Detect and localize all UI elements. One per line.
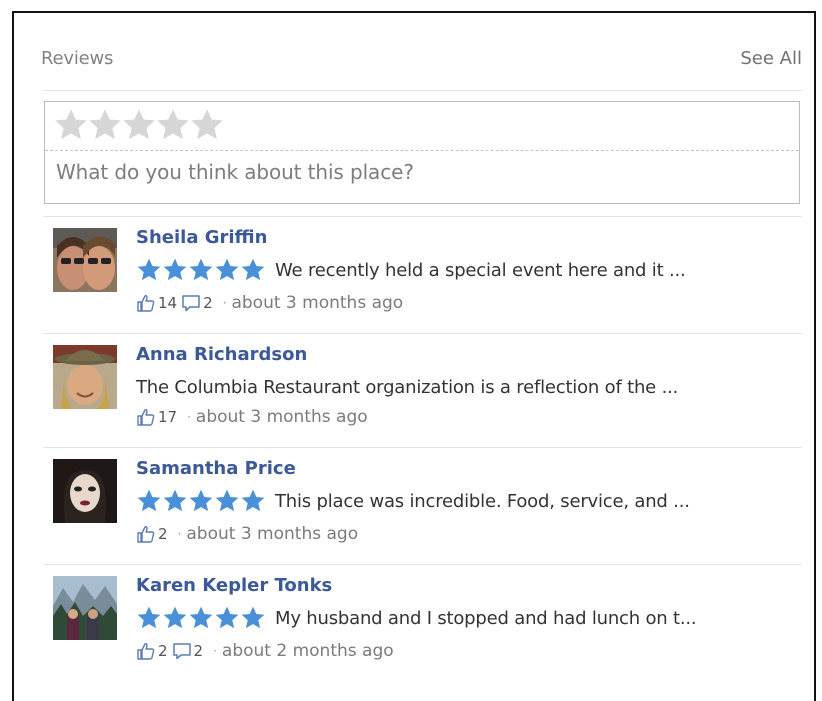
separator-dot: · bbox=[222, 296, 227, 310]
review-text[interactable]: This place was incredible. Food, service… bbox=[275, 491, 690, 512]
comment-icon[interactable] bbox=[181, 293, 201, 313]
review-text[interactable]: My husband and I stopped and had lunch o… bbox=[275, 608, 697, 629]
empty-star-icon[interactable] bbox=[53, 107, 89, 143]
star-icon bbox=[162, 257, 188, 283]
review-item: Samantha Price This place was incredible… bbox=[44, 447, 800, 563]
avatar[interactable] bbox=[53, 345, 117, 409]
star-icon bbox=[136, 605, 162, 631]
review-time[interactable]: about 3 months ago bbox=[186, 524, 358, 544]
separator-dot: · bbox=[177, 527, 182, 541]
star-icon bbox=[214, 257, 240, 283]
reviews-header: Reviews See All bbox=[41, 48, 802, 74]
star-icon bbox=[162, 605, 188, 631]
like-count: 2 bbox=[158, 642, 168, 660]
separator-dot: · bbox=[187, 410, 191, 424]
star-icon bbox=[240, 605, 266, 631]
avatar[interactable] bbox=[53, 576, 117, 640]
review-time[interactable]: about 2 months ago bbox=[222, 641, 394, 661]
comment-count: 2 bbox=[193, 642, 204, 660]
separator-dot: · bbox=[213, 644, 217, 658]
rating-input[interactable] bbox=[53, 107, 223, 147]
reviewer-name[interactable]: Sheila Griffin bbox=[136, 227, 267, 248]
review-text[interactable]: We recently held a special event here an… bbox=[275, 260, 686, 281]
star-icon bbox=[136, 257, 162, 283]
empty-star-icon[interactable] bbox=[87, 107, 123, 143]
like-icon[interactable] bbox=[136, 293, 156, 313]
reviewer-name[interactable]: Karen Kepler Tonks bbox=[136, 575, 332, 596]
review-summary: The Columbia Restaurant organization is … bbox=[136, 374, 678, 400]
star-icon bbox=[214, 605, 240, 631]
review-item: Karen Kepler Tonks My husband and I stop… bbox=[44, 564, 800, 680]
see-all-link[interactable]: See All bbox=[740, 48, 802, 69]
review-item: Anna Richardson The Columbia Restaurant … bbox=[44, 333, 800, 449]
star-rating bbox=[136, 605, 266, 631]
review-time[interactable]: about 3 months ago bbox=[231, 293, 403, 313]
reviewer-name[interactable]: Samantha Price bbox=[136, 458, 296, 479]
avatar[interactable] bbox=[53, 459, 117, 523]
star-icon bbox=[240, 488, 266, 514]
star-icon bbox=[188, 257, 214, 283]
review-summary: We recently held a special event here an… bbox=[136, 257, 686, 283]
dashed-divider bbox=[45, 150, 799, 151]
like-count: 2 bbox=[158, 525, 168, 543]
star-icon bbox=[240, 257, 266, 283]
like-icon[interactable] bbox=[136, 407, 156, 427]
review-meta: 2 · about 3 months ago bbox=[136, 522, 358, 546]
comment-count: 2 bbox=[203, 294, 213, 312]
like-count: 14 bbox=[158, 294, 178, 312]
reviews-title: Reviews bbox=[41, 48, 114, 69]
star-rating bbox=[136, 488, 266, 514]
star-icon bbox=[188, 488, 214, 514]
divider bbox=[43, 90, 802, 91]
avatar[interactable] bbox=[53, 228, 117, 292]
star-icon bbox=[214, 488, 240, 514]
empty-star-icon[interactable] bbox=[121, 107, 157, 143]
review-summary: This place was incredible. Food, service… bbox=[136, 488, 690, 514]
star-rating bbox=[136, 257, 266, 283]
review-input-placeholder[interactable]: What do you think about this place? bbox=[56, 160, 414, 184]
comment-icon[interactable] bbox=[172, 641, 192, 661]
star-icon bbox=[162, 488, 188, 514]
like-count: 17 bbox=[158, 408, 178, 426]
review-item: Sheila Griffin We recently held a specia… bbox=[44, 216, 800, 332]
like-icon[interactable] bbox=[136, 641, 156, 661]
review-summary: My husband and I stopped and had lunch o… bbox=[136, 605, 697, 631]
star-icon bbox=[136, 488, 162, 514]
star-icon bbox=[188, 605, 214, 631]
review-composer[interactable]: What do you think about this place? bbox=[44, 101, 800, 204]
review-meta: 17 · about 3 months ago bbox=[136, 405, 368, 429]
empty-star-icon[interactable] bbox=[155, 107, 191, 143]
review-time[interactable]: about 3 months ago bbox=[196, 407, 368, 427]
review-meta: 14 2 · about 3 months ago bbox=[136, 291, 403, 315]
review-meta: 2 2 · about 2 months ago bbox=[136, 639, 394, 663]
reviewer-name[interactable]: Anna Richardson bbox=[136, 344, 307, 365]
like-icon[interactable] bbox=[136, 524, 156, 544]
empty-star-icon[interactable] bbox=[189, 107, 225, 143]
review-text[interactable]: The Columbia Restaurant organization is … bbox=[136, 377, 678, 398]
